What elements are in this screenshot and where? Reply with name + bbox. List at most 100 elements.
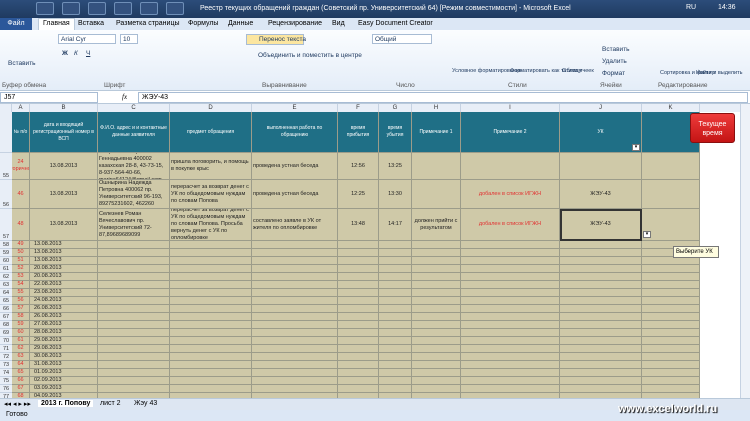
cell-j[interactable] (560, 249, 642, 257)
cell-j[interactable] (560, 361, 642, 369)
cell-j[interactable] (560, 353, 642, 361)
taskbar-icon[interactable] (166, 2, 184, 15)
cell-h[interactable] (412, 369, 461, 377)
cell-g[interactable] (379, 313, 412, 321)
cell-k[interactable] (642, 153, 700, 180)
cell-b[interactable]: 24.08.2013 (30, 297, 98, 305)
cell-k[interactable] (642, 313, 700, 321)
cell-f[interactable] (338, 377, 379, 385)
find-select-button[interactable]: Найти и выделить (696, 70, 742, 76)
cell-i[interactable] (461, 305, 560, 313)
cell-k[interactable] (642, 281, 700, 289)
cell-a[interactable]: 24 вторичное (12, 153, 30, 180)
cell-k[interactable] (642, 361, 700, 369)
cell-b[interactable]: 13.08.2013 (30, 249, 98, 257)
cell-i[interactable] (461, 345, 560, 353)
cell-k[interactable] (642, 329, 700, 337)
cell-c[interactable] (98, 273, 170, 281)
header-cell-c[interactable]: Ф.И.О. адрес и и контактные данные заяви… (98, 112, 170, 153)
cell-h[interactable]: должен прийти с результатом (412, 209, 461, 241)
taskbar-icon[interactable] (62, 2, 80, 15)
cell-j[interactable] (560, 153, 642, 180)
bold-button[interactable]: Ж (62, 50, 68, 57)
cell-g[interactable] (379, 281, 412, 289)
cell-c[interactable] (98, 257, 170, 265)
cell-a[interactable]: 67 (12, 385, 30, 393)
cell-e[interactable] (252, 305, 338, 313)
cell-a[interactable]: 65 (12, 369, 30, 377)
cell-h[interactable] (412, 281, 461, 289)
cell-e[interactable] (252, 265, 338, 273)
cell-j[interactable] (560, 337, 642, 345)
tab-page-layout[interactable]: Разметка страницы (116, 20, 180, 27)
number-format-select[interactable]: Общий (372, 34, 432, 44)
italic-button[interactable]: К (74, 50, 78, 57)
cell-c[interactable] (98, 337, 170, 345)
cell-i[interactable] (461, 361, 560, 369)
cell-i[interactable] (461, 313, 560, 321)
column-header[interactable]: C (98, 104, 170, 112)
cell-c[interactable] (98, 241, 170, 249)
cell-a[interactable]: 60 (12, 329, 30, 337)
cell-e[interactable] (252, 369, 338, 377)
cell-g[interactable]: 13:25 (379, 153, 412, 180)
cell-b[interactable]: 28.08.2013 (30, 329, 98, 337)
cell-h[interactable] (412, 257, 461, 265)
merge-center-button[interactable]: Объединить и поместить в центре (258, 52, 362, 59)
cell-i[interactable] (461, 297, 560, 305)
cell-e[interactable]: составлено заявле в УК от жителя по опло… (252, 209, 338, 241)
cell-e[interactable]: проведена устная беседа (252, 153, 338, 180)
cell-d[interactable] (170, 241, 252, 249)
cell-g[interactable] (379, 369, 412, 377)
cell-j[interactable] (560, 369, 642, 377)
cell-e[interactable] (252, 345, 338, 353)
cell-i[interactable] (461, 353, 560, 361)
row-header[interactable]: 63 (0, 281, 12, 289)
row-header[interactable]: 71 (0, 345, 12, 353)
cell-d[interactable] (170, 281, 252, 289)
cell-i[interactable] (461, 377, 560, 385)
column-header[interactable]: A (12, 104, 30, 112)
cell-f[interactable] (338, 385, 379, 393)
cell-a[interactable]: 54 (12, 281, 30, 289)
tab-formulas[interactable]: Формулы (188, 20, 218, 27)
cell-f[interactable] (338, 257, 379, 265)
formula-input[interactable]: ЖЭУ-43 (138, 92, 748, 103)
column-header[interactable]: D (170, 104, 252, 112)
cell-k[interactable] (642, 265, 700, 273)
cell-f[interactable] (338, 281, 379, 289)
cell-b[interactable]: 27.08.2013 (30, 321, 98, 329)
select-all-corner[interactable] (0, 104, 12, 112)
cell-i[interactable] (461, 289, 560, 297)
tab-file[interactable]: Файл (0, 18, 32, 30)
cell-f[interactable] (338, 297, 379, 305)
cell-b[interactable]: 26.08.2013 (30, 313, 98, 321)
cell-g[interactable] (379, 265, 412, 273)
cell-k[interactable] (642, 353, 700, 361)
header-cell-h[interactable]: Примечание 1 (412, 112, 461, 153)
cell-b[interactable]: 29.08.2013 (30, 337, 98, 345)
cell-d[interactable] (170, 385, 252, 393)
row-header[interactable]: 65 (0, 297, 12, 305)
cell-h[interactable] (412, 289, 461, 297)
cell-i[interactable] (461, 337, 560, 345)
cell-j[interactable] (560, 289, 642, 297)
cell-j[interactable] (560, 265, 642, 273)
cell-c[interactable] (98, 353, 170, 361)
cell-a[interactable]: 63 (12, 353, 30, 361)
cell-i[interactable] (461, 321, 560, 329)
cell-h[interactable] (412, 385, 461, 393)
cell-h[interactable] (412, 241, 461, 249)
cell-b[interactable]: 02.09.2013 (30, 377, 98, 385)
cell-g[interactable] (379, 361, 412, 369)
cell-a[interactable]: 57 (12, 305, 30, 313)
cell-h[interactable] (412, 361, 461, 369)
cell-c[interactable]: Ошнырина Надежда Петровна 400062 пр. Уни… (98, 180, 170, 209)
cell-h[interactable] (412, 249, 461, 257)
app-icon[interactable] (36, 2, 54, 15)
cell-e[interactable] (252, 257, 338, 265)
row-header[interactable]: 70 (0, 337, 12, 345)
cell-j[interactable] (560, 377, 642, 385)
column-header[interactable]: B (30, 104, 98, 112)
cell-e[interactable] (252, 297, 338, 305)
